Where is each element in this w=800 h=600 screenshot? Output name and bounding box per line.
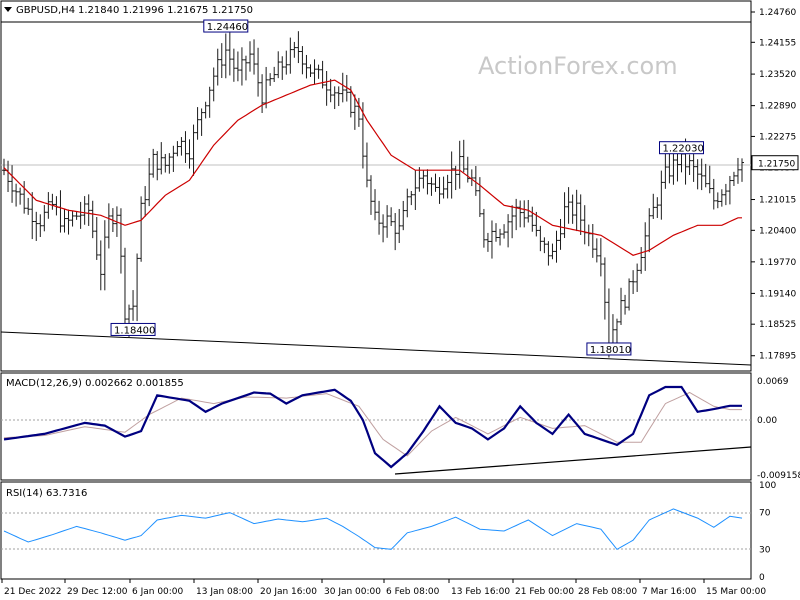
x-axis-labels: 21 Dec 2022 29 Dec 12:00 6 Jan 00:00 13 Jan… (1, 579, 766, 597)
current-price-label: 1.21750 (758, 160, 795, 170)
ohlc-values: 1.21840 1.21996 1.21675 1.21750 (78, 5, 253, 16)
annotation-label: 1.22030 (663, 144, 704, 155)
price-annotation: 1.24460 (203, 19, 249, 33)
y-tick-label: 1.24155 (759, 38, 796, 48)
y-tick-label: 1.22275 (759, 132, 796, 142)
x-tick-label: 28 Feb 08:00 (578, 587, 637, 597)
macd-tick-label: 0.00 (757, 416, 777, 426)
y-tick-label: 1.23520 (759, 70, 796, 80)
x-tick-label: 7 Mar 16:00 (642, 587, 697, 597)
rsi-panel (0, 481, 752, 580)
x-tick-label: 29 Dec 12:00 (67, 587, 128, 597)
watermark: ActionForex.com (478, 52, 678, 80)
y-tick-label: 1.19770 (759, 258, 796, 268)
rsi-tick-label: 100 (759, 481, 776, 491)
x-tick-label: 6 Feb 08:00 (386, 587, 440, 597)
macd-title: MACD(12,26,9) 0.002662 0.001855 (6, 378, 184, 389)
x-tick-label: 6 Jan 00:00 (132, 587, 184, 597)
x-tick-label: 15 Mar 00:00 (706, 587, 766, 597)
rsi-title: RSI(14) 63.7316 (6, 488, 87, 499)
rsi-tick-label: 70 (759, 509, 771, 519)
y-axis-labels: 1.247601.241551.235201.228901.222751.216… (751, 8, 800, 583)
macd-tick-label: -0.009158 (757, 471, 800, 481)
x-tick-label: 20 Jan 16:00 (260, 587, 317, 597)
annotation-label: 1.18010 (590, 345, 631, 356)
rsi-tick-label: 0 (759, 573, 765, 583)
price-annotation: 1.18010 (586, 342, 632, 356)
y-tick-label: 1.19140 (759, 289, 796, 299)
y-tick-label: 1.17895 (759, 352, 796, 362)
y-tick-label: 1.24760 (759, 8, 796, 18)
chart-canvas: GBPUSD,H4 1.21840 1.21996 1.21675 1.2175… (0, 0, 800, 597)
symbol-label: GBPUSD,H4 (16, 5, 75, 16)
x-tick-label: 21 Dec 2022 (4, 587, 62, 597)
x-tick-label: 13 Feb 16:00 (451, 587, 510, 597)
annotation-label: 1.18400 (114, 325, 155, 336)
x-tick-label: 30 Jan 00:00 (324, 587, 381, 597)
y-tick-label: 1.18525 (759, 320, 796, 330)
annotation-label: 1.24460 (207, 22, 248, 33)
x-tick-label: 13 Jan 08:00 (196, 587, 253, 597)
macd-panel (0, 372, 752, 481)
rsi-tick-label: 30 (759, 545, 771, 555)
price-annotation: 1.18400 (110, 322, 156, 336)
x-tick-label: 21 Feb 00:00 (515, 587, 574, 597)
price-annotation: 1.22030 (659, 141, 705, 155)
y-tick-label: 1.22890 (759, 102, 796, 112)
y-tick-label: 1.21015 (759, 196, 796, 206)
macd-tick-label: 0.0069 (757, 377, 789, 387)
y-tick-label: 1.20400 (759, 226, 796, 236)
